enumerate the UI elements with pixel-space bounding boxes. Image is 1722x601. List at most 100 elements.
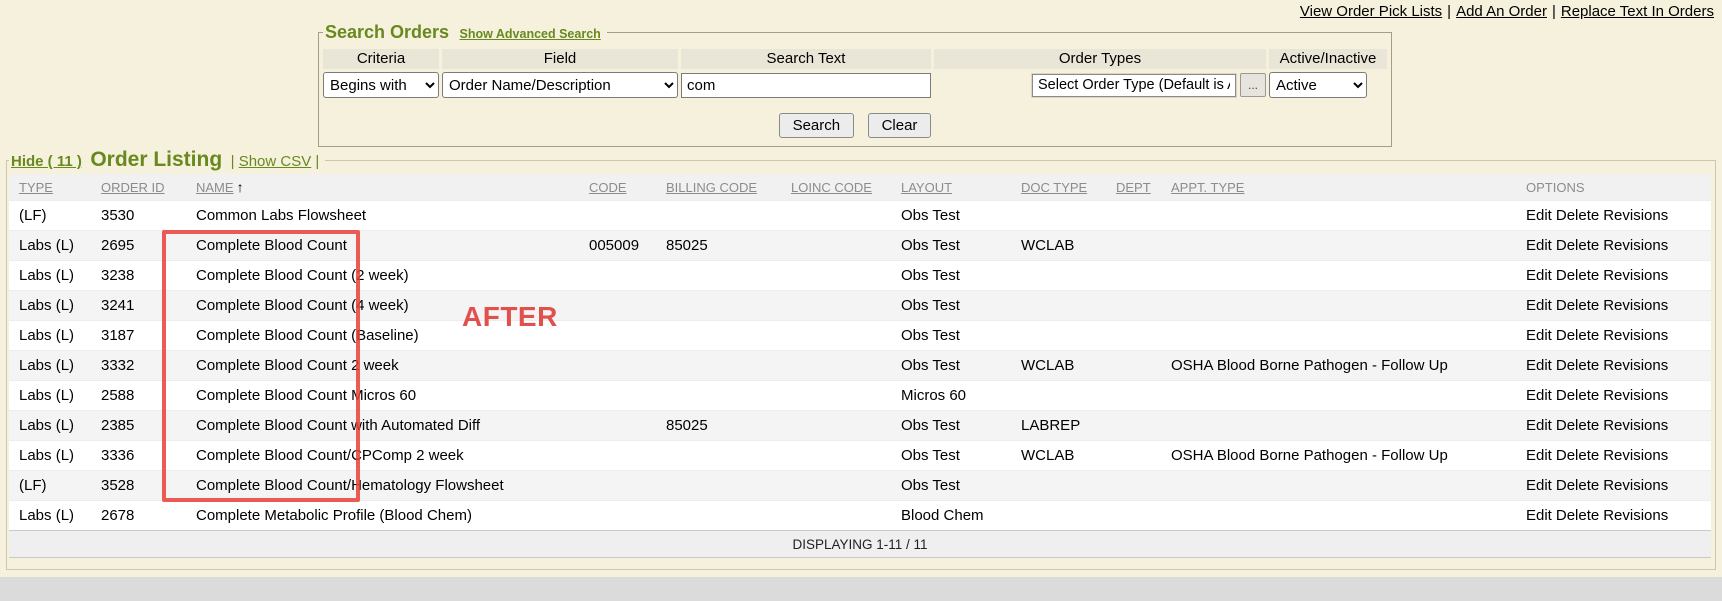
cell-type: Labs (L) — [9, 231, 91, 261]
edit-link[interactable]: Edit — [1526, 267, 1552, 284]
cell-layout: Obs Test — [891, 231, 1011, 261]
edit-link[interactable]: Edit — [1526, 237, 1552, 254]
delete-link[interactable]: Delete — [1556, 477, 1599, 494]
revisions-link[interactable]: Revisions — [1603, 237, 1668, 254]
search-text-column-header: Search Text — [681, 49, 931, 69]
column-header-doc-type[interactable]: DOC TYPE — [1011, 174, 1106, 201]
edit-link[interactable]: Edit — [1526, 507, 1552, 524]
edit-link[interactable]: Edit — [1526, 477, 1552, 494]
column-header-loinc-code[interactable]: LOINC CODE — [781, 174, 891, 201]
cell-type: Labs (L) — [9, 291, 91, 321]
delete-link[interactable]: Delete — [1556, 357, 1599, 374]
add-an-order-link[interactable]: Add An Order — [1456, 3, 1547, 20]
column-header-code[interactable]: CODE — [579, 174, 656, 201]
show-csv-link[interactable]: Show CSV — [239, 153, 312, 170]
edit-link[interactable]: Edit — [1526, 327, 1552, 344]
revisions-link[interactable]: Revisions — [1603, 327, 1668, 344]
column-label[interactable]: TYPE — [19, 180, 53, 195]
revisions-link[interactable]: Revisions — [1603, 507, 1668, 524]
edit-link[interactable]: Edit — [1526, 297, 1552, 314]
field-select[interactable]: Order Name/Description — [442, 72, 678, 98]
revisions-link[interactable]: Revisions — [1603, 387, 1668, 404]
cell-options: EditDeleteRevisions — [1516, 231, 1711, 261]
revisions-link[interactable]: Revisions — [1603, 267, 1668, 284]
cell-code — [579, 471, 656, 501]
edit-link[interactable]: Edit — [1526, 417, 1552, 434]
delete-link[interactable]: Delete — [1556, 267, 1599, 284]
order-type-input[interactable] — [1032, 74, 1236, 97]
column-header-appt-type[interactable]: APPT. TYPE — [1161, 174, 1516, 201]
column-header-billing-code[interactable]: BILLING CODE — [656, 174, 781, 201]
column-label[interactable]: LOINC CODE — [791, 180, 872, 195]
active-inactive-column-header: Active/Inactive — [1269, 49, 1387, 69]
column-header-order-id[interactable]: ORDER ID — [91, 174, 186, 201]
active-inactive-select[interactable]: Active — [1269, 72, 1367, 98]
delete-link[interactable]: Delete — [1556, 297, 1599, 314]
column-header-layout[interactable]: LAYOUT — [891, 174, 1011, 201]
revisions-link[interactable]: Revisions — [1603, 447, 1668, 464]
column-label[interactable]: NAME — [196, 180, 234, 195]
cell-code — [579, 261, 656, 291]
cell-type: Labs (L) — [9, 261, 91, 291]
cell-billing-code: 85025 — [656, 411, 781, 441]
column-label[interactable]: APPT. TYPE — [1171, 180, 1244, 195]
hide-count-link[interactable]: Hide ( 11 ) — [11, 153, 82, 170]
column-label[interactable]: CODE — [589, 180, 627, 195]
delete-link[interactable]: Delete — [1556, 507, 1599, 524]
clear-button[interactable]: Clear — [868, 113, 932, 138]
order-type-picker-button[interactable]: ... — [1240, 73, 1266, 97]
cell-dept — [1106, 381, 1161, 411]
cell-loinc-code — [781, 321, 891, 351]
search-text-input[interactable] — [681, 73, 931, 98]
cell-loinc-code — [781, 381, 891, 411]
edit-link[interactable]: Edit — [1526, 447, 1552, 464]
cell-options: EditDeleteRevisions — [1516, 381, 1711, 411]
delete-link[interactable]: Delete — [1556, 387, 1599, 404]
view-order-pick-lists-link[interactable]: View Order Pick Lists — [1300, 3, 1442, 20]
revisions-link[interactable]: Revisions — [1603, 297, 1668, 314]
cell-name: Complete Blood Count/CPComp 2 week — [186, 441, 579, 471]
column-header-dept[interactable]: DEPT — [1106, 174, 1161, 201]
link-separator: | — [1552, 3, 1556, 20]
cell-appt-type — [1161, 321, 1516, 351]
edit-link[interactable]: Edit — [1526, 357, 1552, 374]
cell-loinc-code — [781, 501, 891, 531]
cell-type: Labs (L) — [9, 441, 91, 471]
edit-link[interactable]: Edit — [1526, 387, 1552, 404]
column-label[interactable]: DEPT — [1116, 180, 1151, 195]
column-label[interactable]: DOC TYPE — [1021, 180, 1087, 195]
show-advanced-search-link[interactable]: Show Advanced Search — [460, 27, 601, 41]
cell-code — [579, 201, 656, 231]
revisions-link[interactable]: Revisions — [1603, 477, 1668, 494]
column-label[interactable]: BILLING CODE — [666, 180, 757, 195]
delete-link[interactable]: Delete — [1556, 327, 1599, 344]
search-orders-legend: Search Orders Show Advanced Search — [323, 22, 607, 43]
column-label[interactable]: ORDER ID — [101, 180, 165, 195]
search-button[interactable]: Search — [779, 113, 855, 138]
table-row: (LF)3530Common Labs FlowsheetObs TestEdi… — [9, 201, 1711, 231]
cell-dept — [1106, 501, 1161, 531]
criteria-select[interactable]: Begins with — [323, 72, 439, 98]
replace-text-in-orders-link[interactable]: Replace Text In Orders — [1561, 3, 1714, 20]
cell-loinc-code — [781, 261, 891, 291]
cell-order-id: 3530 — [91, 201, 186, 231]
delete-link[interactable]: Delete — [1556, 207, 1599, 224]
cell-type: Labs (L) — [9, 501, 91, 531]
delete-link[interactable]: Delete — [1556, 447, 1599, 464]
column-header-type[interactable]: TYPE — [9, 174, 91, 201]
column-label[interactable]: LAYOUT — [901, 180, 952, 195]
cell-name: Complete Blood Count (4 week) — [186, 291, 579, 321]
table-row: Labs (L)3332Complete Blood Count 2 weekO… — [9, 351, 1711, 381]
column-header-name[interactable]: NAME↑ — [186, 174, 579, 201]
revisions-link[interactable]: Revisions — [1603, 417, 1668, 434]
revisions-link[interactable]: Revisions — [1603, 357, 1668, 374]
edit-link[interactable]: Edit — [1526, 207, 1552, 224]
delete-link[interactable]: Delete — [1556, 237, 1599, 254]
cell-order-id: 3336 — [91, 441, 186, 471]
revisions-link[interactable]: Revisions — [1603, 207, 1668, 224]
cell-layout: Obs Test — [891, 201, 1011, 231]
search-orders-panel: Search Orders Show Advanced Search Crite… — [318, 22, 1392, 147]
table-row: Labs (L)3238Complete Blood Count (2 week… — [9, 261, 1711, 291]
cell-code — [579, 381, 656, 411]
delete-link[interactable]: Delete — [1556, 417, 1599, 434]
